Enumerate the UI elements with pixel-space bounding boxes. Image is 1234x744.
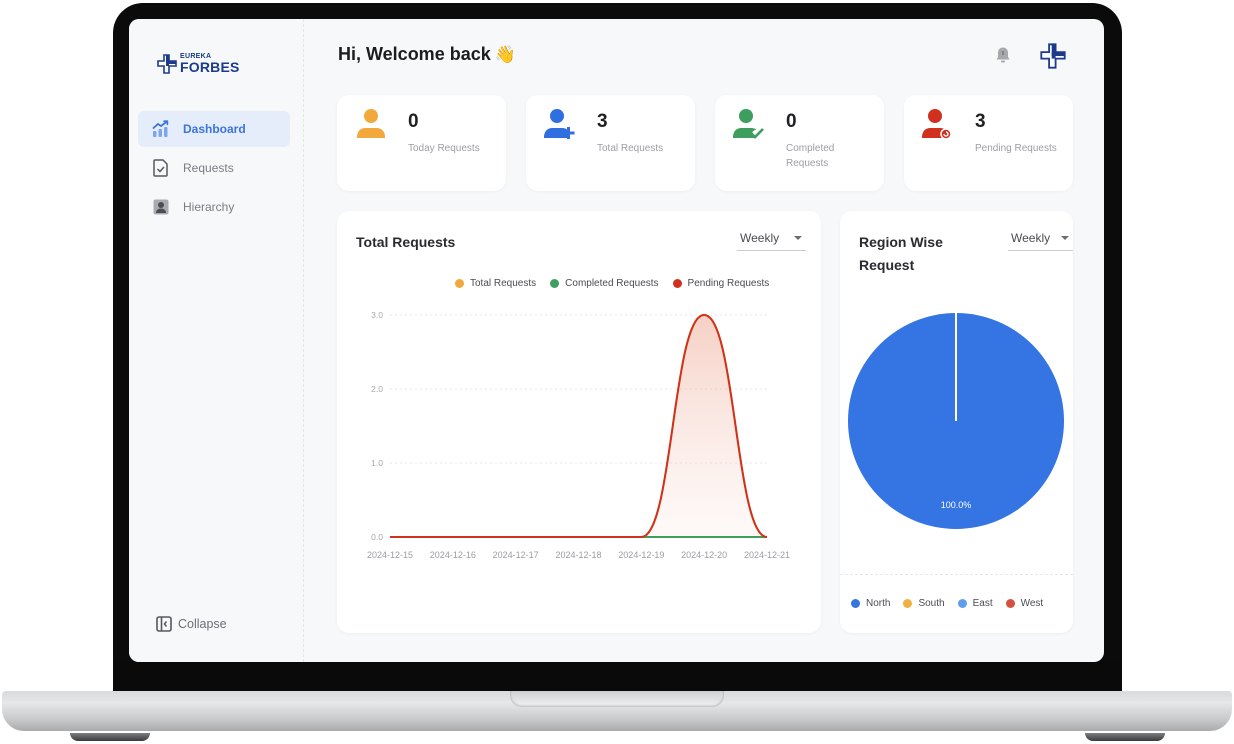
sidebar-item-label: Dashboard <box>183 122 246 136</box>
legend-label: West <box>1020 598 1044 609</box>
collapse-button[interactable]: Collapse <box>156 616 227 632</box>
x-tick-label: 2024-12-18 <box>555 550 601 560</box>
app-screen: EUREKA FORBES Dashboard Requests Hierarc… <box>129 19 1104 662</box>
divider <box>840 574 1073 575</box>
collapse-sidebar-icon <box>156 616 172 632</box>
profile-brand-button[interactable] <box>1040 43 1066 74</box>
x-tick-label: 2024-12-15 <box>367 550 413 560</box>
stats-row: 0 Today Requests 3 Total Requests 0 Comp… <box>337 95 1073 191</box>
x-tick-label: 2024-12-16 <box>430 550 476 560</box>
legend-label: South <box>918 598 945 609</box>
collapse-label: Collapse <box>178 617 227 631</box>
bell-icon <box>996 47 1010 63</box>
legend-dot <box>903 599 913 608</box>
legend-dot <box>1005 599 1015 608</box>
brand-logo[interactable]: EUREKA FORBES <box>157 53 240 74</box>
brand-cross-icon <box>1040 43 1066 69</box>
y-tick-label: 2.0 <box>371 384 383 394</box>
user-plus-icon <box>543 107 577 146</box>
period-select-value: Weekly <box>740 231 780 245</box>
total-requests-chart-card: Total Requests Weekly Total Requests Com… <box>337 211 821 633</box>
notifications-button[interactable] <box>995 46 1011 69</box>
chevron-down-icon <box>794 236 802 240</box>
sidebar-item-label: Hierarchy <box>183 200 235 214</box>
sidebar-nav: Dashboard Requests Hierarchy <box>138 111 290 228</box>
user-check-icon <box>732 107 766 146</box>
stat-card-today-requests[interactable]: 0 Today Requests <box>337 95 506 191</box>
requests-area-chart: 0.0 1.0 2.0 3.0 2024-12-15 2024-12-16 2024-12-… <box>367 310 790 560</box>
y-tick-label: 3.0 <box>371 310 383 320</box>
stat-value: 0 <box>786 111 797 132</box>
period-select[interactable]: Weekly <box>737 231 806 251</box>
x-tick-label: 2024-12-20 <box>681 550 727 560</box>
x-tick-label: 2024-12-17 <box>493 550 539 560</box>
region-wise-chart-card: Region Wise Request Weekly 100.0% North S… <box>840 211 1073 633</box>
laptop-foot-left <box>70 733 150 741</box>
brand-cross-icon <box>157 53 177 74</box>
stat-value: 3 <box>975 111 986 132</box>
stat-card-total-requests[interactable]: 3 Total Requests <box>526 95 695 191</box>
chart-title: Region Wise Request <box>859 231 943 277</box>
main-content: Hi, Welcome back 👋 0 Today Requests 3 To… <box>305 19 1104 662</box>
region-period-select[interactable]: Weekly <box>1008 231 1073 251</box>
stat-label: Today Requests <box>408 143 480 154</box>
laptop-chin <box>113 662 1122 692</box>
period-select-value: Weekly <box>1011 231 1051 245</box>
chevron-down-icon <box>1061 236 1069 240</box>
chart-title-line1: Region Wise <box>859 234 943 250</box>
stat-card-pending-requests[interactable]: 3 Pending Requests <box>904 95 1073 191</box>
trend-chart-icon <box>152 120 170 138</box>
sidebar-item-dashboard[interactable]: Dashboard <box>138 111 290 147</box>
legend-item-east[interactable]: East <box>957 598 993 609</box>
brand-name-line2: FORBES <box>180 59 240 75</box>
pie-legend: North South East West <box>851 598 1043 609</box>
legend-label: North <box>866 598 891 609</box>
stat-value: 3 <box>597 111 608 132</box>
region-pie-chart: 100.0% <box>848 313 1064 529</box>
laptop-notch <box>510 691 724 707</box>
sidebar-item-label: Requests <box>183 161 234 175</box>
stat-card-completed-requests[interactable]: 0 Completed Requests <box>715 95 884 191</box>
chart-title-line2: Request <box>859 257 915 273</box>
stat-label: Pending Requests <box>975 143 1057 154</box>
legend-item-south[interactable]: South <box>903 598 945 609</box>
laptop-foot-right <box>1085 733 1165 741</box>
user-icon <box>354 107 388 146</box>
stat-value: 0 <box>408 111 419 132</box>
sidebar-item-requests[interactable]: Requests <box>138 150 290 186</box>
document-check-icon <box>152 159 170 177</box>
pie-data-label: 100.0% <box>941 500 972 510</box>
y-tick-label: 1.0 <box>371 458 383 468</box>
greeting-text: Hi, Welcome back <box>338 44 491 64</box>
legend-dot <box>851 599 860 608</box>
sidebar-item-hierarchy[interactable]: Hierarchy <box>138 189 290 225</box>
user-pending-icon <box>921 107 955 146</box>
stat-label: Total Requests <box>597 143 664 154</box>
page-title: Hi, Welcome back 👋 <box>338 44 516 65</box>
y-tick-label: 0.0 <box>371 532 383 542</box>
x-tick-label: 2024-12-19 <box>618 550 664 560</box>
legend-dot <box>957 599 967 608</box>
x-tick-label: 2024-12-21 <box>744 550 790 560</box>
legend-item-west[interactable]: West <box>1005 598 1044 609</box>
sidebar: EUREKA FORBES Dashboard Requests Hierarc… <box>129 19 304 662</box>
user-badge-icon <box>152 198 170 216</box>
pending-requests-area <box>390 315 767 537</box>
legend-item-north[interactable]: North <box>851 598 890 609</box>
legend-label: East <box>972 598 993 609</box>
stat-label: Completed Requests <box>786 143 835 169</box>
wave-emoji-icon: 👋 <box>494 44 516 64</box>
chart-title: Total Requests <box>356 234 456 250</box>
